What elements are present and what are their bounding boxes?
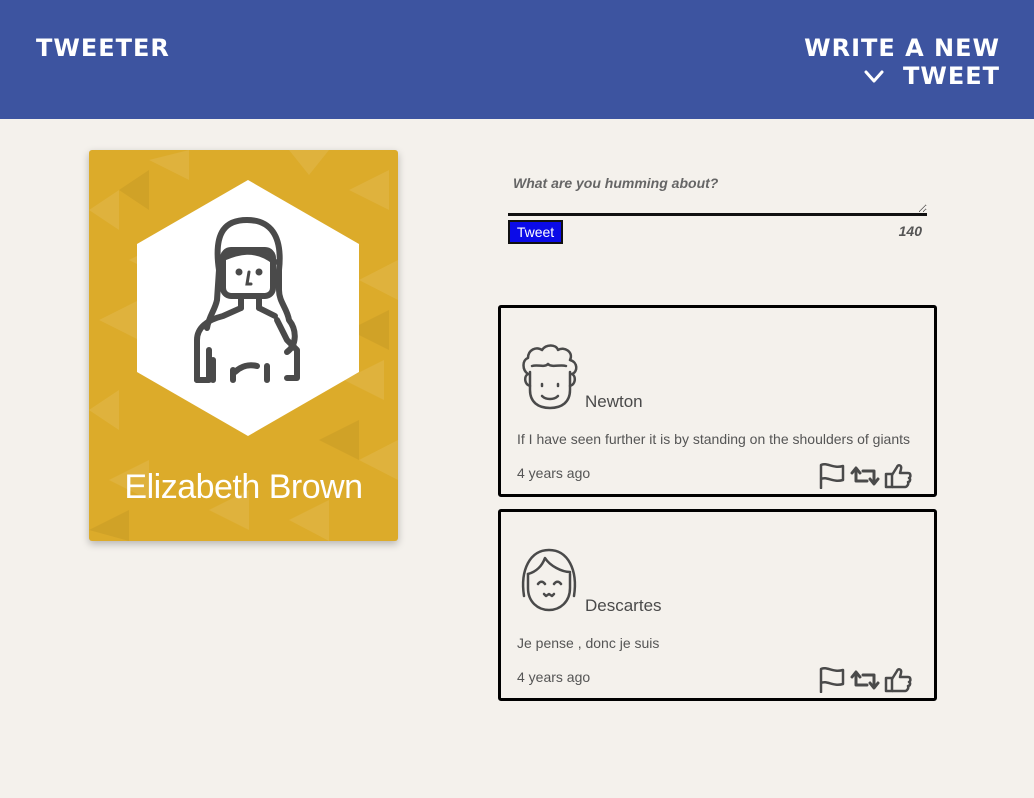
tweet-button[interactable]: Tweet	[508, 220, 563, 244]
navbar: TWEETER WRITE A NEW TWEET	[0, 0, 1034, 119]
bob-hair-avatar-icon	[521, 548, 577, 612]
tweet-text: Je pense , donc je suis	[517, 635, 660, 651]
tweet-actions	[817, 667, 913, 693]
like-icon[interactable]	[883, 463, 913, 489]
tweet-card: Descartes Je pense , donc je suis 4 year…	[498, 509, 937, 701]
character-counter: 140	[898, 223, 922, 239]
curly-hair-avatar-icon	[522, 344, 578, 410]
chevron-down-icon[interactable]	[864, 70, 884, 84]
tweet-text: If I have seen further it is by standing…	[517, 431, 911, 447]
tweet-timestamp: 4 years ago	[517, 669, 591, 685]
tweet-timestamp: 4 years ago	[517, 465, 591, 481]
brand-logo[interactable]: TWEETER	[36, 34, 170, 62]
tweet-input[interactable]	[508, 166, 927, 216]
retweet-icon[interactable]	[850, 463, 880, 489]
tweet-author[interactable]: Newton	[585, 392, 643, 412]
retweet-icon[interactable]	[850, 667, 880, 693]
profile-card: Elizabeth Brown	[89, 150, 398, 541]
like-icon[interactable]	[883, 667, 913, 693]
woman-long-hair-avatar-icon	[137, 180, 359, 436]
flag-icon[interactable]	[817, 667, 847, 693]
flag-icon[interactable]	[817, 463, 847, 489]
profile-name: Elizabeth Brown	[124, 468, 363, 506]
tweet-card: Newton If I have seen further it is by s…	[498, 305, 937, 497]
tweet-composer: Tweet 140	[508, 166, 928, 244]
tweet-actions	[817, 463, 913, 489]
write-new-tweet-toggle[interactable]: WRITE A NEW TWEET	[740, 34, 1000, 90]
tweet-author[interactable]: Descartes	[585, 596, 662, 616]
